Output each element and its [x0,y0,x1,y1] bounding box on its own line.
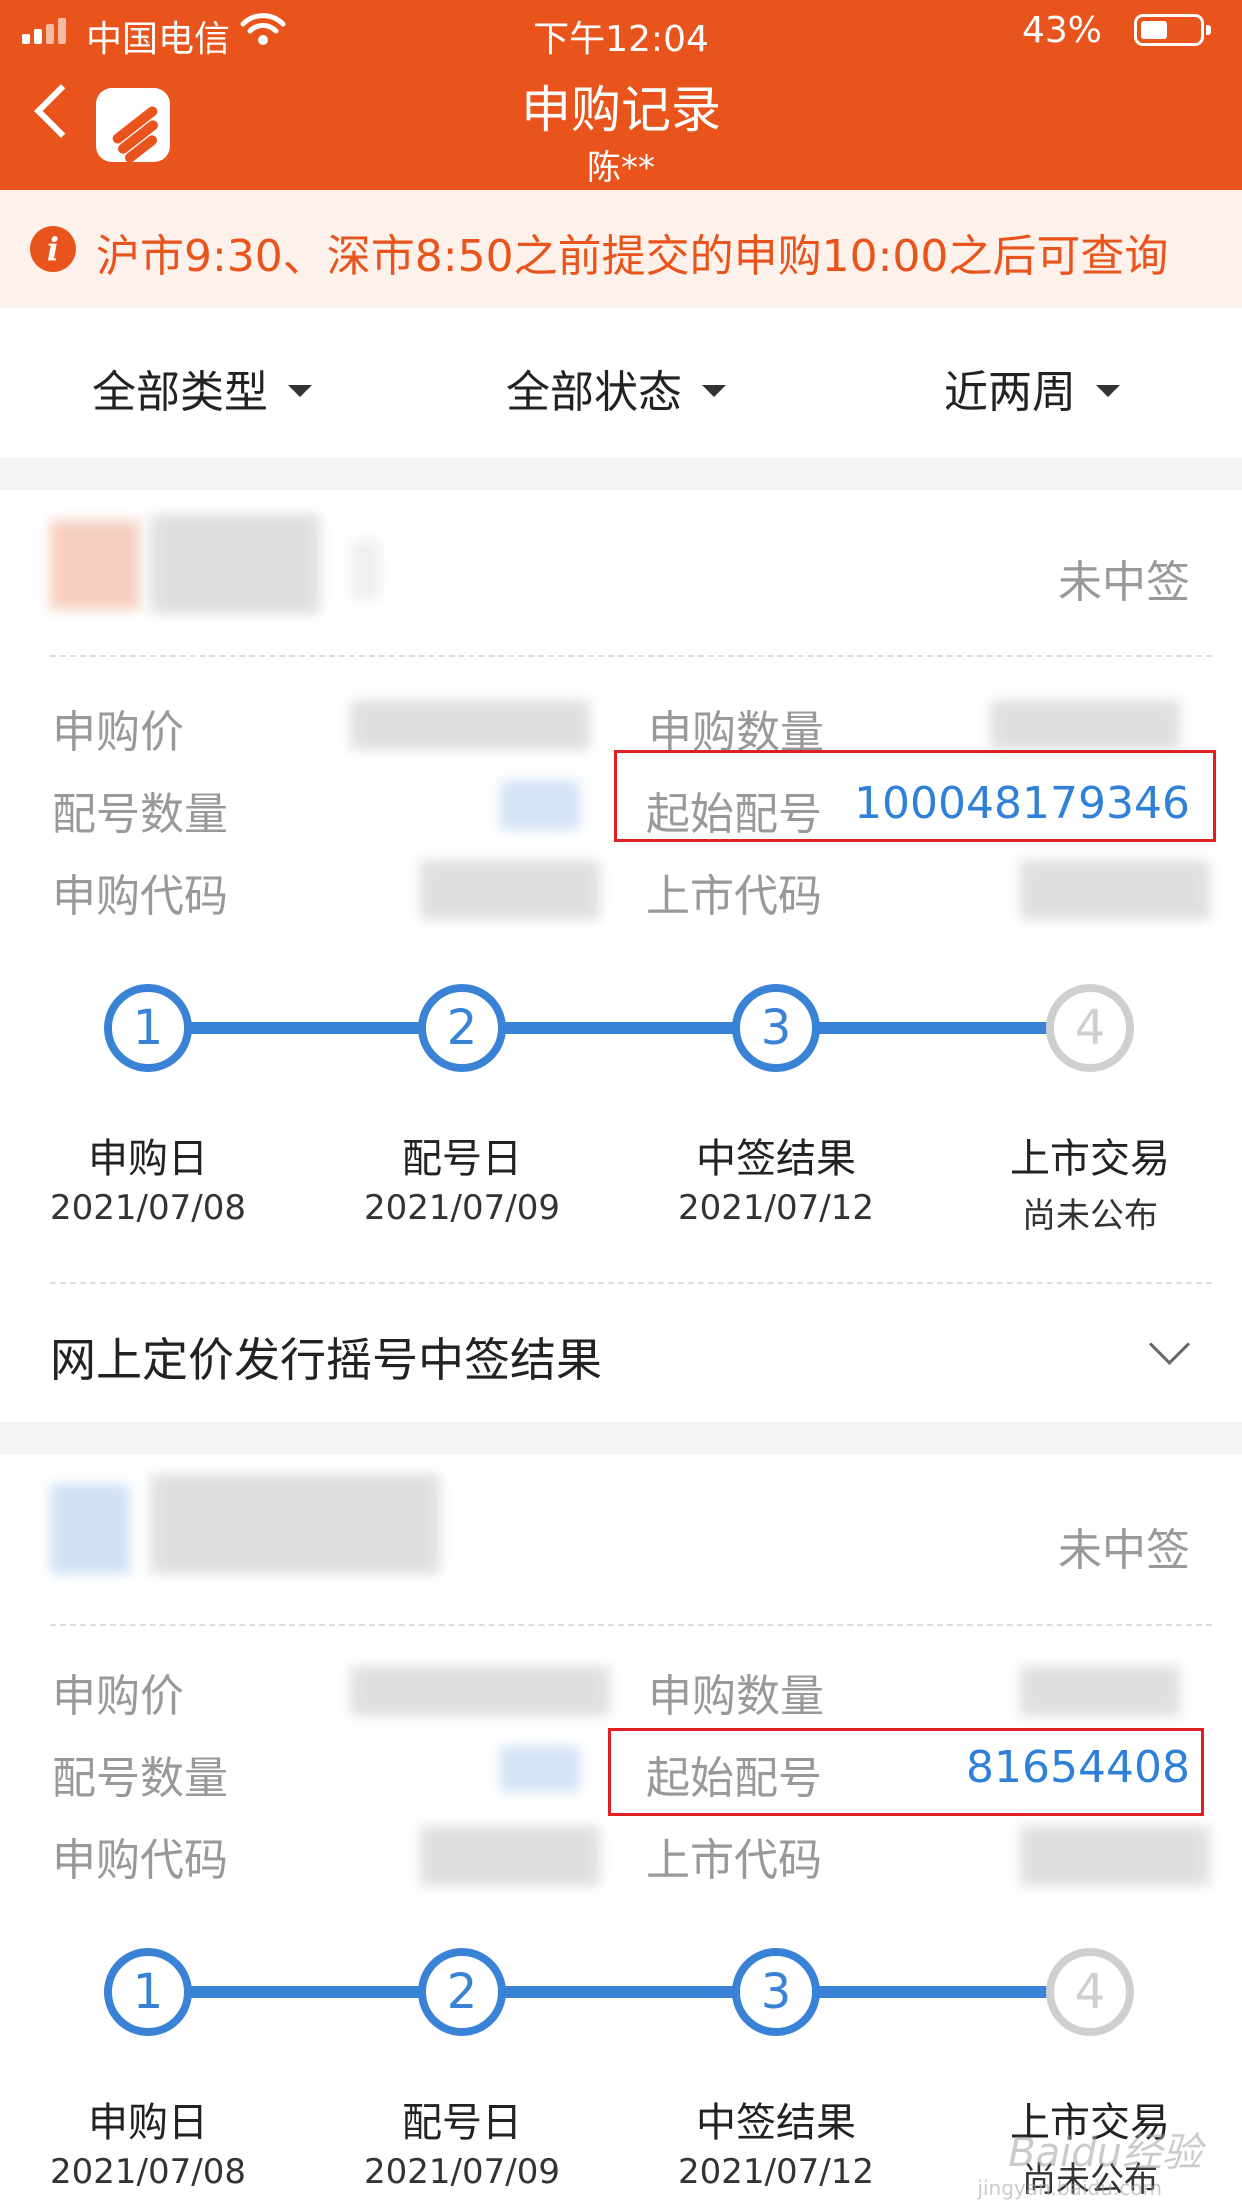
notice-banner: i 沪市9:30、深市8:50之前提交的申购10:00之后可查询 [0,190,1242,308]
step-circle-4: 4 [1046,984,1134,1072]
match-count-label: 配号数量 [52,789,228,840]
match-count-label: 配号数量 [52,1753,228,1804]
section-gap [0,1422,1242,1454]
info-icon: i [30,226,76,272]
step-label: 中签结果 [696,1136,856,1182]
result-title: 网上定价发行摇号中签结果 [50,1333,602,1387]
progress-line [148,1986,1092,1998]
list-code-value [1020,860,1210,920]
step-label: 中签结果 [696,2100,856,2146]
filter-type-dropdown[interactable]: 全部类型 [92,356,312,420]
step-label: 配号日 [402,1136,522,1182]
match-count-value [500,780,580,830]
list-code-value [1020,1826,1210,1886]
subscription-card[interactable]: 未中签 申购价 申购数量 配号数量 起始配号 100048179346 申购代码… [0,490,1242,1422]
sub-code-value [420,1826,600,1886]
caret-down-icon [288,385,312,397]
step-circle-4: 4 [1046,1948,1134,2036]
step-date: 2021/07/12 [678,1188,874,1228]
caret-down-icon [702,385,726,397]
stock-logo [50,1484,130,1574]
account-name: 陈** [587,148,655,188]
step-circle-3: 3 [732,984,820,1072]
filter-period-dropdown[interactable]: 近两周 [944,356,1120,420]
section-gap [0,458,1242,490]
step-circle-3: 3 [732,1948,820,2036]
battery-icon [1134,14,1211,46]
step-label: 上市交易 [1010,1136,1170,1182]
price-value [350,700,590,750]
caret-down-icon [1096,385,1120,397]
divider [50,1624,1212,1626]
list-code-label: 上市代码 [646,871,822,922]
step-label: 配号日 [402,2100,522,2146]
divider [50,1282,1212,1284]
step-label: 申购日 [88,1136,208,1182]
filter-label: 近两周 [944,367,1076,418]
status-badge: 未中签 [1058,1525,1190,1576]
start-number-label: 起始配号 [646,789,822,840]
step-date: 2021/07/08 [50,2152,246,2192]
price-label: 申购价 [52,707,184,758]
list-code-label: 上市代码 [646,1835,822,1886]
filter-label: 全部类型 [92,367,268,418]
step-date: 2021/07/08 [50,1188,246,1228]
match-count-value [500,1746,580,1792]
subscription-card[interactable]: 未中签 申购价 申购数量 配号数量 起始配号 81654408 申购代码 上市代… [0,1454,1242,2208]
start-number-value: 81654408 [966,1742,1190,1793]
step-date: 2021/07/12 [678,2152,874,2192]
step-label: 申购日 [88,2100,208,2146]
step-circle-2: 2 [418,984,506,1072]
filter-status-dropdown[interactable]: 全部状态 [506,356,726,420]
stock-name [150,514,320,614]
step-circle-1: 1 [104,1948,192,2036]
watermark-url: jingyan.baidu.com [977,2176,1162,2200]
status-bar: 中国电信 下午12:04 43% [0,0,1242,62]
price-label: 申购价 [52,1671,184,1722]
watermark: Baidu经验 [1008,2130,1202,2176]
quantity-value [1020,1666,1180,1716]
start-number-value: 100048179346 [854,778,1190,829]
filter-bar: 全部类型 全部状态 近两周 [0,308,1242,458]
step-date: 2021/07/09 [364,2152,560,2192]
filter-label: 全部状态 [506,367,682,418]
quantity-label: 申购数量 [648,1671,824,1722]
price-value [350,1666,610,1716]
sub-code-value [420,860,600,920]
notice-text: 沪市9:30、深市8:50之前提交的申购10:00之后可查询 [96,231,1169,282]
chevron-down-icon [1148,1323,1191,1366]
app-header: 中国电信 下午12:04 43% 申购记录 陈** [0,0,1242,190]
battery-percent: 43% [1021,10,1102,51]
divider [50,655,1212,657]
step-circle-1: 1 [104,984,192,1072]
start-number-label: 起始配号 [646,1753,822,1804]
stock-name-extra [350,540,380,600]
stock-name [150,1474,440,1574]
page-title: 申购记录 [521,81,721,139]
quantity-value [990,700,1180,750]
sub-code-label: 申购代码 [52,871,228,922]
stock-logo [50,520,140,610]
step-date: 尚未公布 [1022,1196,1158,1236]
status-badge: 未中签 [1058,557,1190,608]
progress-line [148,1022,1092,1034]
step-circle-2: 2 [418,1948,506,2036]
sub-code-label: 申购代码 [52,1835,228,1886]
step-date: 2021/07/09 [364,1188,560,1228]
